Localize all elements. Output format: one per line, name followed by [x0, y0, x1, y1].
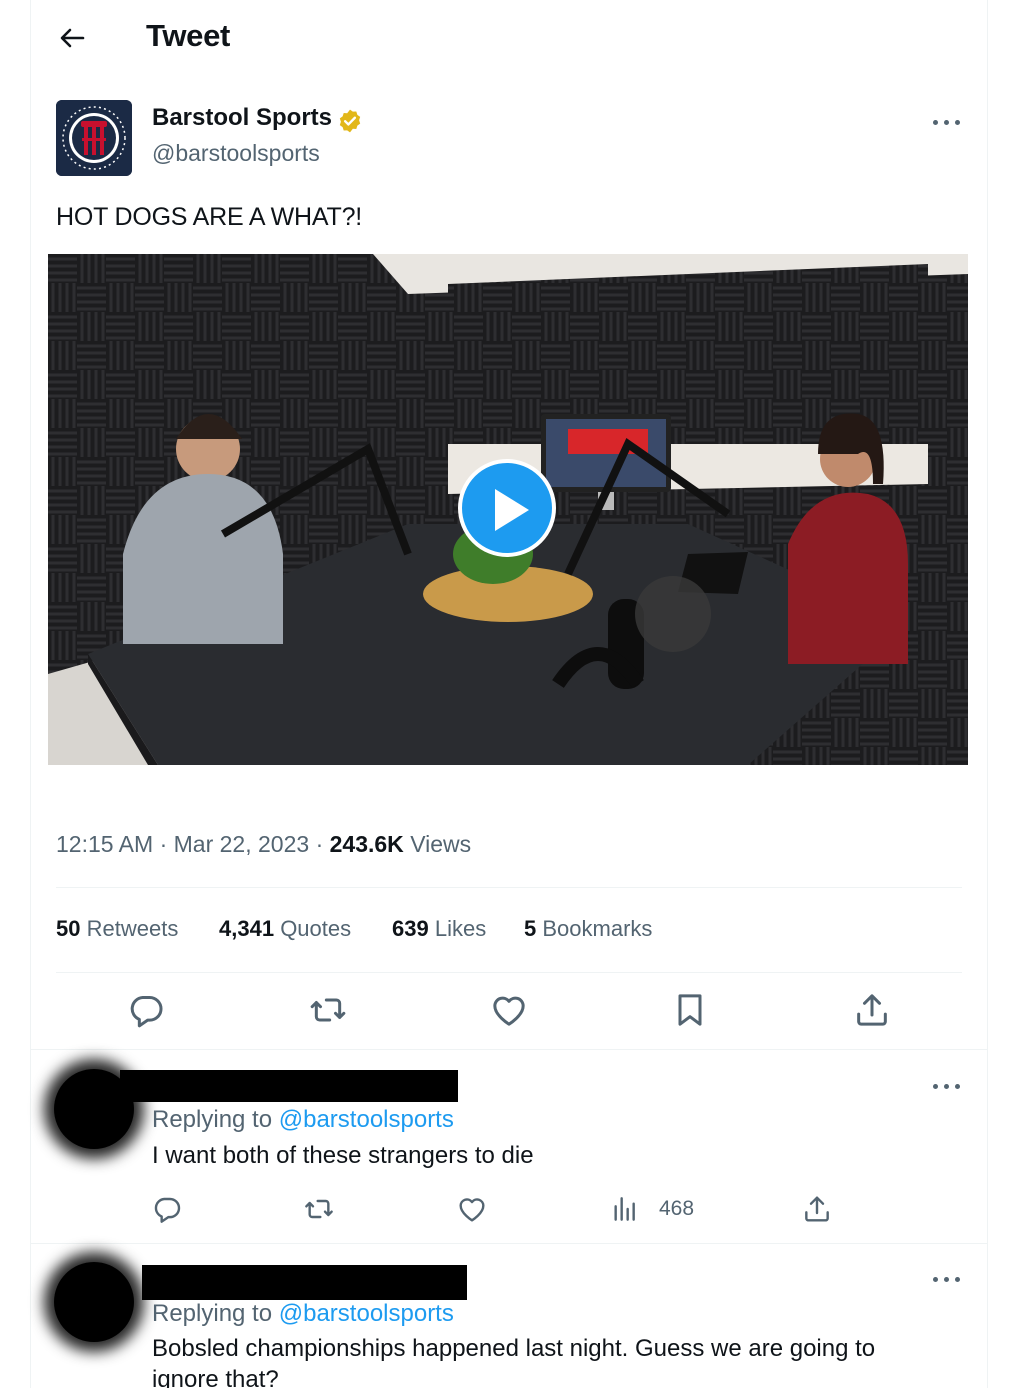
bookmark-icon[interactable] — [670, 990, 710, 1030]
author-name[interactable]: Barstool Sports — [152, 104, 332, 132]
reply-icon[interactable] — [151, 1193, 183, 1225]
stat-likes[interactable]: 639 Likes — [392, 916, 486, 942]
reply-icon[interactable] — [126, 990, 166, 1030]
more-options-icon[interactable] — [933, 1080, 963, 1092]
divider — [56, 972, 962, 973]
redacted-username — [120, 1070, 458, 1102]
more-options-icon[interactable] — [933, 1273, 963, 1285]
like-icon[interactable] — [456, 1193, 488, 1225]
tweet-date[interactable]: Mar 22, 2023 — [174, 831, 310, 857]
replying-to: Replying to @barstoolsports — [152, 1106, 454, 1134]
replying-handle-link[interactable]: @barstoolsports — [279, 1300, 454, 1327]
avatar[interactable] — [56, 100, 132, 176]
replying-prefix: Replying to — [152, 1300, 273, 1327]
divider — [30, 1243, 988, 1244]
reply-text: Bobsled championships happened last nigh… — [152, 1335, 876, 1388]
separator: · — [159, 831, 174, 857]
more-options-icon[interactable] — [933, 116, 963, 128]
stat-label: Bookmarks — [542, 916, 653, 941]
play-icon — [495, 489, 529, 531]
divider — [30, 1049, 988, 1050]
redacted-username — [142, 1265, 467, 1300]
stat-label: Quotes — [280, 916, 352, 941]
share-icon[interactable] — [852, 990, 892, 1030]
reply-text: I want both of these strangers to die — [152, 1142, 534, 1169]
stat-label: Retweets — [86, 916, 179, 941]
tweet-meta: 12:15 AM · Mar 22, 2023 · 243.6K Views — [56, 831, 471, 858]
play-button[interactable] — [458, 459, 556, 557]
page-title: Tweet — [146, 18, 231, 53]
video-thumbnail[interactable] — [48, 254, 968, 765]
divider — [56, 887, 962, 888]
separator: · — [315, 831, 330, 857]
stat-quotes[interactable]: 4,341 Quotes — [219, 916, 351, 942]
stat-bookmarks[interactable]: 5 Bookmarks — [524, 916, 652, 942]
stat-retweets[interactable]: 50 Retweets — [56, 916, 178, 942]
stat-count: 50 — [56, 916, 81, 941]
stat-count: 639 — [392, 916, 429, 941]
stat-count: 5 — [524, 916, 537, 941]
stat-label: Likes — [434, 916, 487, 941]
like-icon[interactable] — [489, 990, 529, 1030]
replying-prefix: Replying to — [152, 1106, 273, 1133]
stat-count: 4,341 — [219, 916, 275, 941]
retweet-icon[interactable] — [308, 990, 348, 1030]
share-icon[interactable] — [801, 1193, 833, 1225]
reply-view-count[interactable]: 468 — [659, 1197, 694, 1221]
views-count: 243.6K — [329, 831, 404, 857]
author-handle[interactable]: @barstoolsports — [152, 140, 320, 167]
retweet-icon[interactable] — [303, 1193, 335, 1225]
avatar[interactable] — [54, 1262, 134, 1342]
views-label: Views — [410, 831, 472, 857]
tweet-text: HOT DOGS ARE A WHAT?! — [56, 203, 363, 231]
views-icon[interactable] — [609, 1193, 641, 1225]
verified-badge-icon — [337, 108, 363, 134]
replying-handle-link[interactable]: @barstoolsports — [279, 1106, 454, 1133]
tweet-time[interactable]: 12:15 AM — [56, 831, 153, 857]
back-arrow-icon[interactable] — [56, 22, 88, 54]
replying-to: Replying to @barstoolsports — [152, 1300, 454, 1328]
